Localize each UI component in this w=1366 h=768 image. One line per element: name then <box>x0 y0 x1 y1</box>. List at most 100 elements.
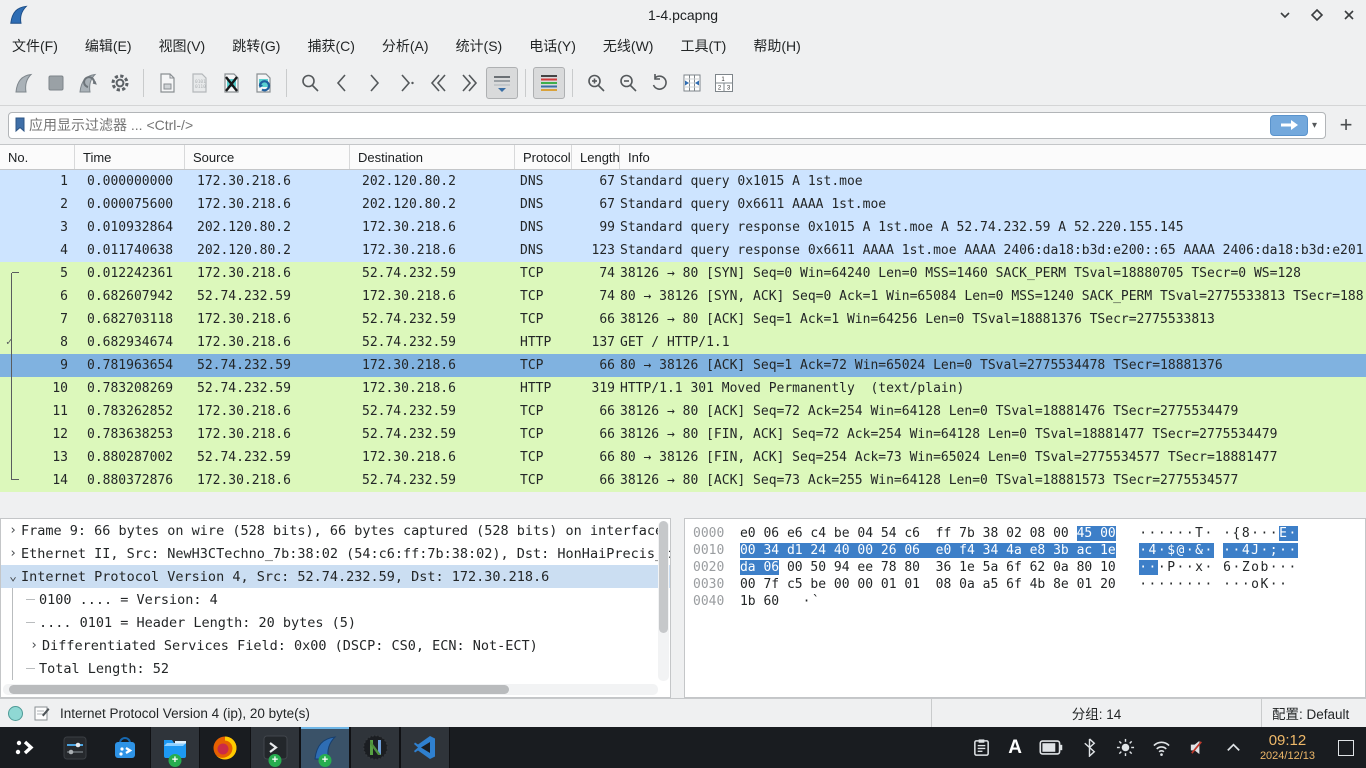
column-header-source[interactable]: Source <box>185 145 350 169</box>
column-header-info[interactable]: Info <box>620 145 1366 169</box>
packet-row[interactable]: 130.88028700252.74.232.59172.30.218.6TCP… <box>0 446 1366 469</box>
taskbar-neovim-button[interactable] <box>350 727 400 768</box>
zoom-reset-button[interactable] <box>644 67 676 99</box>
capture-comment-icon[interactable] <box>33 705 50 722</box>
collapsed-arrow-icon[interactable]: › <box>5 546 21 561</box>
detail-line[interactable]: ⌄Internet Protocol Version 4, Src: 52.74… <box>1 565 670 588</box>
taskbar-settings-button[interactable] <box>50 727 100 768</box>
detail-line[interactable]: .... 0101 = Header Length: 20 bytes (5) <box>1 611 670 634</box>
packet-row[interactable]: 30.010932864202.120.80.2172.30.218.6DNS9… <box>0 216 1366 239</box>
brightness-icon[interactable] <box>1116 738 1135 757</box>
expert-info-icon[interactable] <box>8 706 23 721</box>
menu-item-7[interactable]: 电话(Y) <box>529 36 576 56</box>
menu-item-3[interactable]: 跳转(G) <box>232 36 280 56</box>
hex-row[interactable]: 0030 00 7f c5 be 00 00 01 01 08 0a a5 6f… <box>693 576 1365 593</box>
column-header-no[interactable]: No. <box>0 145 75 169</box>
show-desktop-button[interactable] <box>1338 740 1354 756</box>
auto-scroll-toggle[interactable] <box>486 67 518 99</box>
wifi-icon[interactable] <box>1152 738 1171 757</box>
reload-file-button[interactable] <box>247 67 279 99</box>
taskbar-terminal-button[interactable]: + <box>250 727 300 768</box>
menu-item-5[interactable]: 分析(A) <box>382 36 429 56</box>
detail-line[interactable]: Total Length: 52 <box>1 657 670 680</box>
packet-row[interactable]: 100.78320826952.74.232.59172.30.218.6HTT… <box>0 377 1366 400</box>
apply-filter-button[interactable] <box>1270 115 1308 136</box>
detail-line[interactable]: ›Frame 9: 66 bytes on wire (528 bits), 6… <box>1 519 670 542</box>
minimize-button[interactable] <box>1278 8 1292 22</box>
column-header-protocol[interactable]: Protocol <box>515 145 572 169</box>
close-button[interactable] <box>1342 8 1356 22</box>
resize-columns-button[interactable] <box>676 67 708 99</box>
taskbar-file-manager-button[interactable]: + <box>150 727 200 768</box>
menu-item-8[interactable]: 无线(W) <box>603 36 654 56</box>
capture-start-button[interactable] <box>8 67 40 99</box>
details-horizontal-scrollbar[interactable] <box>3 684 658 695</box>
zoom-out-button[interactable] <box>612 67 644 99</box>
colorize-toggle[interactable] <box>533 67 565 99</box>
detail-line[interactable]: ›Ethernet II, Src: NewH3CTechno_7b:38:02… <box>1 542 670 565</box>
hex-row[interactable]: 0040 1b 60 ·` <box>693 593 1365 610</box>
go-forward-button[interactable] <box>358 67 390 99</box>
open-file-button[interactable] <box>151 67 183 99</box>
capture-options-button[interactable] <box>104 67 136 99</box>
save-file-button[interactable]: 01010110 <box>183 67 215 99</box>
keyboard-layout-icon[interactable]: A <box>1008 737 1022 759</box>
packet-row[interactable]: 110.783262852172.30.218.652.74.232.59TCP… <box>0 400 1366 423</box>
go-last-button[interactable] <box>454 67 486 99</box>
packet-row[interactable]: 140.880372876172.30.218.652.74.232.59TCP… <box>0 469 1366 492</box>
tray-expand-icon[interactable] <box>1224 738 1243 757</box>
expanded-arrow-icon[interactable]: ⌄ <box>5 569 21 584</box>
hex-row[interactable]: 0010 00 34 d1 24 40 00 26 06 e0 f4 34 4a… <box>693 542 1365 559</box>
taskbar-discover-button[interactable] <box>100 727 150 768</box>
status-profile[interactable]: 配置: Default <box>1272 703 1349 723</box>
menu-item-9[interactable]: 工具(T) <box>680 36 726 56</box>
hex-row[interactable]: 0020 da 06 00 50 94 ee 78 80 36 1e 5a 6f… <box>693 559 1365 576</box>
packet-row[interactable]: 70.682703118172.30.218.652.74.232.59TCP6… <box>0 308 1366 331</box>
app-launcher-button[interactable] <box>0 727 50 768</box>
taskbar-wireshark-button[interactable]: + <box>300 727 350 768</box>
layout-chooser-button[interactable]: 123 <box>708 67 740 99</box>
menu-item-10[interactable]: 帮助(H) <box>753 36 800 56</box>
column-header-time[interactable]: Time <box>75 145 185 169</box>
go-to-packet-button[interactable] <box>390 67 422 99</box>
go-back-button[interactable] <box>326 67 358 99</box>
packet-row[interactable]: 20.000075600172.30.218.6202.120.80.2DNS6… <box>0 193 1366 216</box>
taskbar-vscode-button[interactable] <box>400 727 450 768</box>
display-filter-field[interactable]: ▾ <box>8 112 1326 139</box>
find-packet-button[interactable] <box>294 67 326 99</box>
collapsed-arrow-icon[interactable]: › <box>26 638 42 653</box>
menu-item-2[interactable]: 视图(V) <box>159 36 206 56</box>
collapsed-arrow-icon[interactable]: › <box>5 523 21 538</box>
packet-row[interactable]: 40.011740638202.120.80.2172.30.218.6DNS1… <box>0 239 1366 262</box>
close-file-button[interactable] <box>215 67 247 99</box>
go-first-button[interactable] <box>422 67 454 99</box>
filter-bookmark-icon[interactable] <box>13 116 29 134</box>
maximize-button[interactable] <box>1310 8 1324 22</box>
battery-icon[interactable] <box>1039 740 1063 755</box>
capture-restart-button[interactable] <box>72 67 104 99</box>
zoom-in-button[interactable] <box>580 67 612 99</box>
packet-row[interactable]: 120.783638253172.30.218.652.74.232.59TCP… <box>0 423 1366 446</box>
detail-line[interactable]: ›Differentiated Services Field: 0x00 (DS… <box>1 634 670 657</box>
column-header-destination[interactable]: Destination <box>350 145 515 169</box>
filter-input[interactable] <box>29 117 1270 133</box>
clipboard-icon[interactable] <box>972 738 991 757</box>
clock[interactable]: 09:12 2024/12/13 <box>1260 733 1315 762</box>
bluetooth-icon[interactable] <box>1080 738 1099 757</box>
column-header-length[interactable]: Length <box>572 145 620 169</box>
packet-row[interactable]: 60.68260794252.74.232.59172.30.218.6TCP7… <box>0 285 1366 308</box>
packet-row[interactable]: 10.000000000172.30.218.6202.120.80.2DNS6… <box>0 170 1366 193</box>
packet-row[interactable]: 50.012242361172.30.218.652.74.232.59TCP7… <box>0 262 1366 285</box>
detail-line[interactable]: 0100 .... = Version: 4 <box>1 588 670 611</box>
hex-row[interactable]: 0000 e0 06 e6 c4 be 04 54 c6 ff 7b 38 02… <box>693 525 1365 542</box>
menu-item-6[interactable]: 统计(S) <box>456 36 503 56</box>
volume-muted-icon[interactable] <box>1188 738 1207 757</box>
menu-item-1[interactable]: 编辑(E) <box>85 36 132 56</box>
menu-item-0[interactable]: 文件(F) <box>12 36 58 56</box>
details-vertical-scrollbar[interactable] <box>658 521 669 681</box>
taskbar-firefox-button[interactable] <box>200 727 250 768</box>
packet-row[interactable]: 90.78196365452.74.232.59172.30.218.6TCP6… <box>0 354 1366 377</box>
capture-stop-button[interactable] <box>40 67 72 99</box>
menu-item-4[interactable]: 捕获(C) <box>307 36 354 56</box>
filter-dropdown-caret[interactable]: ▾ <box>1312 120 1317 131</box>
